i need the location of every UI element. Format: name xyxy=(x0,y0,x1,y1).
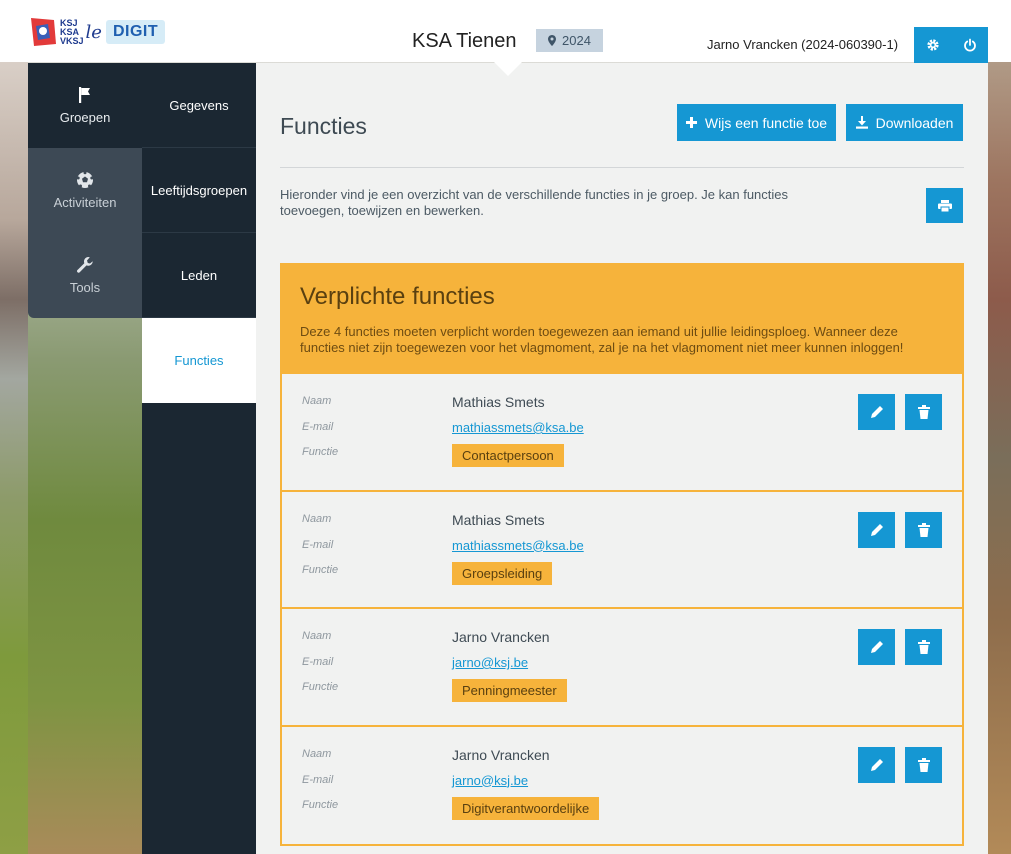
top-header: KSJ KSA VKSJ le DIGIT KSA Tienen 2024 Ja… xyxy=(0,0,1011,63)
logo-line: VKSJ xyxy=(60,35,84,46)
download-label: Downloaden xyxy=(875,114,954,131)
function-label: Functie xyxy=(302,798,339,811)
settings-button[interactable] xyxy=(914,27,951,63)
person-email-link[interactable]: jarno@ksj.be xyxy=(452,655,528,670)
logo-mark-icon xyxy=(28,16,58,48)
nav-item-label: Activiteiten xyxy=(53,195,117,210)
nav-item-label: Tools xyxy=(69,280,101,295)
function-row: Naam E-mail Functie Mathias Smets mathia… xyxy=(282,492,962,609)
person-email-link[interactable]: jarno@ksj.be xyxy=(452,773,528,788)
map-marker-icon xyxy=(548,35,557,46)
pencil-icon xyxy=(870,406,883,418)
download-button[interactable]: Downloaden xyxy=(846,104,963,141)
subnav-item-functies[interactable]: Functies xyxy=(142,318,256,403)
background-left xyxy=(0,62,28,854)
person-name: Jarno Vrancken xyxy=(452,746,550,763)
email-label: E-mail xyxy=(302,656,334,668)
trash-icon xyxy=(917,757,930,772)
email-label: E-mail xyxy=(302,538,334,551)
power-icon xyxy=(963,38,976,52)
function-badge: Contactpersoon xyxy=(452,444,564,467)
person-email-link[interactable]: mathiassmets@ksa.be xyxy=(452,420,584,435)
year-badge[interactable]: 2024 xyxy=(536,29,603,52)
flag-icon xyxy=(79,87,90,103)
nav-item-groepen[interactable]: Groepen xyxy=(28,63,142,148)
subnav-item-gegevens[interactable]: Gegevens xyxy=(142,63,256,148)
primary-sidebar: Groepen Activiteiten Tools xyxy=(28,63,142,318)
delete-button[interactable] xyxy=(905,511,942,548)
soccer-ball-icon xyxy=(76,171,94,188)
pencil-icon xyxy=(870,641,883,653)
assign-function-label: Wijs een functie toe xyxy=(704,114,828,131)
gear-icon xyxy=(926,39,939,51)
panel-title: Verplichte functies xyxy=(300,283,495,310)
logo-text: KSJ KSA VKSJ xyxy=(60,18,84,46)
divider xyxy=(280,167,964,168)
edit-button[interactable] xyxy=(858,746,895,783)
mandatory-functions-panel: Verplichte functies Deze 4 functies moet… xyxy=(280,263,964,846)
edit-button[interactable] xyxy=(858,511,895,548)
function-row: Naam E-mail Functie Jarno Vrancken jarno… xyxy=(282,727,962,845)
year-label: 2024 xyxy=(562,33,591,48)
nav-item-tools[interactable]: Tools xyxy=(28,233,142,318)
logo-le: le xyxy=(85,21,102,43)
delete-button[interactable] xyxy=(905,394,942,430)
name-label: Naam xyxy=(302,630,332,642)
delete-button[interactable] xyxy=(905,746,942,783)
edit-button[interactable] xyxy=(858,394,895,430)
trash-icon xyxy=(917,640,930,654)
pencil-icon xyxy=(870,758,883,771)
pencil-icon xyxy=(870,523,883,536)
person-name: Mathias Smets xyxy=(452,394,545,410)
nav-item-activiteiten[interactable]: Activiteiten xyxy=(28,148,142,233)
print-button[interactable] xyxy=(926,188,963,223)
panel-header: Verplichte functies Deze 4 functies moet… xyxy=(282,265,962,374)
trash-icon xyxy=(917,522,930,537)
panel-description: Deze 4 functies moeten verplicht worden … xyxy=(300,324,904,355)
plus-icon xyxy=(685,117,697,128)
function-row: Naam E-mail Functie Jarno Vrancken jarno… xyxy=(282,609,962,727)
person-name: Mathias Smets xyxy=(452,511,545,528)
function-badge: Penningmeester xyxy=(452,679,567,702)
nav-item-label: Groepen xyxy=(59,110,111,125)
person-name: Jarno Vrancken xyxy=(452,629,550,645)
header-pointer xyxy=(494,62,522,76)
email-label: E-mail xyxy=(302,773,334,786)
trash-icon xyxy=(917,405,930,419)
user-name[interactable]: Jarno Vrancken (2024-060390-1) xyxy=(707,37,898,52)
download-icon xyxy=(855,116,868,129)
intro-text: Hieronder vind je een overzicht van de v… xyxy=(280,187,789,218)
assign-function-button[interactable]: Wijs een functie toe xyxy=(677,104,836,141)
wrench-icon xyxy=(77,256,93,273)
page-title: Functies xyxy=(280,113,367,139)
name-label: Naam xyxy=(302,512,332,525)
function-label: Functie xyxy=(302,446,339,458)
name-label: Naam xyxy=(302,395,332,407)
subnav-item-leden[interactable]: Leden xyxy=(142,233,256,318)
logout-button[interactable] xyxy=(951,27,988,63)
function-badge: Digitverantwoordelijke xyxy=(452,796,600,820)
background-right xyxy=(988,62,1011,854)
name-label: Naam xyxy=(302,747,332,760)
secondary-sidebar: Gegevens Leeftijdsgroepen Leden Functies xyxy=(142,63,256,854)
logo-digit: DIGIT xyxy=(105,20,166,44)
printer-icon xyxy=(937,199,952,212)
delete-button[interactable] xyxy=(905,629,942,665)
person-email-link[interactable]: mathiassmets@ksa.be xyxy=(452,538,584,553)
group-title: KSA Tienen xyxy=(412,30,517,52)
function-label: Functie xyxy=(302,681,339,693)
main-content: Functies Wijs een functie toe Downloaden… xyxy=(256,63,988,854)
function-label: Functie xyxy=(302,563,339,576)
email-label: E-mail xyxy=(302,421,334,433)
edit-button[interactable] xyxy=(858,629,895,665)
function-badge: Groepsleiding xyxy=(452,561,553,585)
function-row: Naam E-mail Functie Mathias Smets mathia… xyxy=(282,374,962,492)
logo[interactable]: KSJ KSA VKSJ le DIGIT xyxy=(28,14,166,50)
subnav-item-leeftijdsgroepen[interactable]: Leeftijdsgroepen xyxy=(142,148,256,233)
